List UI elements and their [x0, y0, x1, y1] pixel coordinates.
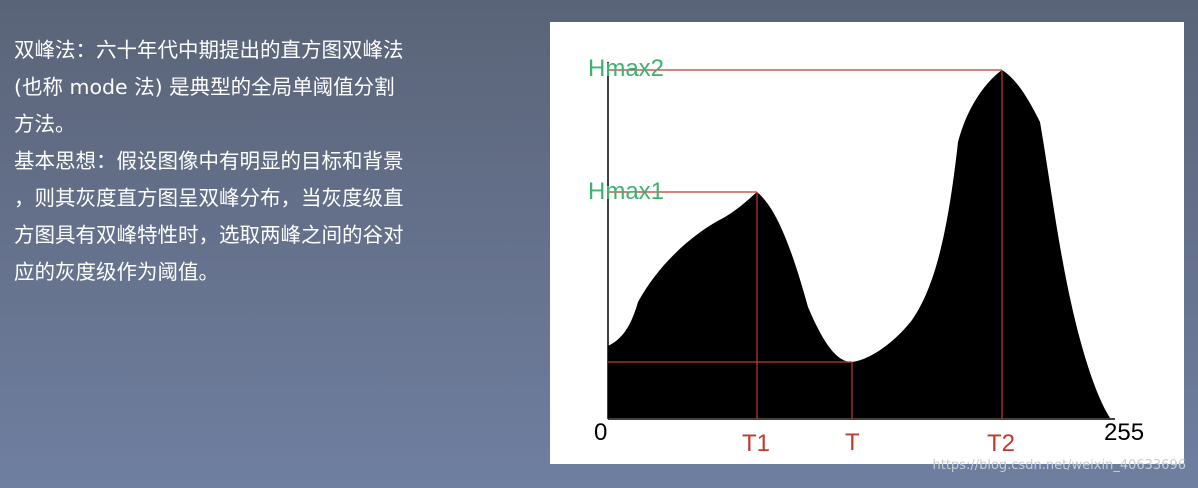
text-line-3: 方法。: [14, 112, 76, 136]
histogram-figure: Hmax2 Hmax1 0 T1 T T2 255: [550, 22, 1184, 464]
text-line-2: (也称 mode 法) 是典型的全局单阈值分割: [14, 75, 395, 99]
text-line-4: 基本思想：假设图像中有明显的目标和背景: [14, 149, 404, 173]
text-line-1: 双峰法：六十年代中期提出的直方图双峰法: [14, 38, 404, 62]
label-hmax2: Hmax2: [588, 55, 664, 82]
histogram-svg: Hmax2 Hmax1 0 T1 T T2 255: [588, 55, 1144, 457]
label-t1: T1: [742, 430, 770, 457]
label-t: T: [845, 429, 860, 456]
description-text: 双峰法：六十年代中期提出的直方图双峰法 (也称 mode 法) 是典型的全局单阈…: [14, 32, 484, 291]
text-line-6: 方图具有双峰特性时，选取两峰之间的谷对: [14, 223, 404, 247]
label-origin: 0: [594, 419, 607, 446]
histogram-shape: [608, 70, 1110, 418]
slide: 双峰法：六十年代中期提出的直方图双峰法 (也称 mode 法) 是典型的全局单阈…: [0, 0, 1198, 488]
text-line-5: ，则其灰度直方图呈双峰分布，当灰度级直: [14, 186, 404, 210]
label-hmax1: Hmax1: [588, 178, 664, 205]
label-t2: T2: [987, 430, 1015, 457]
text-line-7: 应的灰度级作为阈值。: [14, 260, 219, 284]
watermark: https://blog.csdn.net/weixin_40633696: [932, 458, 1186, 473]
label-255: 255: [1104, 419, 1144, 446]
